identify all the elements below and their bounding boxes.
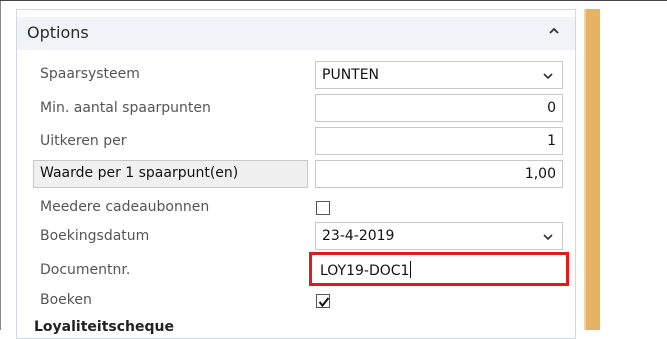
spaarsysteem-value: PUNTEN	[322, 67, 380, 83]
chevron-down-icon	[543, 234, 553, 241]
documentnr-value: LOY19-DOC1	[320, 263, 410, 279]
spaarsysteem-label: Spaarsysteem	[40, 66, 140, 82]
documentnr-value-wrap: LOY19-DOC1	[320, 261, 412, 279]
documentnr-input[interactable]: LOY19-DOC1	[309, 252, 569, 286]
boekingsdatum-label: Boekingsdatum	[40, 228, 150, 244]
meedere-cadeaubonnen-label: Meedere cadeaubonnen	[40, 199, 210, 215]
text-caret	[410, 261, 412, 278]
boekingsdatum-select[interactable]: 23-4-2019	[315, 222, 563, 250]
chevron-down-icon	[543, 73, 553, 80]
min-spaarpunten-label: Min. aantal spaarpunten	[40, 100, 211, 116]
documentnr-label: Documentnr.	[40, 262, 131, 278]
boeken-checkbox[interactable]	[316, 294, 330, 308]
spaarsysteem-select[interactable]: PUNTEN	[315, 61, 563, 89]
uitkeren-per-value: 1	[547, 133, 556, 149]
waarde-per-punt-label: Waarde per 1 spaarpunt(en)	[40, 165, 239, 181]
window-top-border	[0, 0, 667, 1]
boeken-label: Boeken	[40, 292, 92, 308]
checkmark-icon	[318, 297, 330, 308]
loyaliteitscheque-section-label: Loyaliteitscheque	[34, 319, 174, 335]
min-spaarpunten-input[interactable]: 0	[315, 94, 563, 122]
panel-title: Options	[27, 23, 89, 42]
options-panel-header[interactable]: Options	[17, 17, 575, 50]
side-panel-strip[interactable]	[586, 9, 600, 330]
uitkeren-per-label: Uitkeren per	[40, 133, 127, 149]
min-spaarpunten-value: 0	[547, 100, 556, 116]
waarde-per-punt-label-box: Waarde per 1 spaarpunt(en)	[33, 160, 308, 188]
waarde-per-punt-input[interactable]: 1,00	[315, 160, 563, 188]
waarde-per-punt-value: 1,00	[524, 166, 556, 182]
boekingsdatum-value: 23-4-2019	[322, 228, 395, 244]
meedere-cadeaubonnen-checkbox[interactable]	[316, 201, 330, 215]
uitkeren-per-input[interactable]: 1	[315, 127, 563, 155]
window-left-border	[0, 1, 1, 330]
chevron-up-icon[interactable]	[547, 24, 561, 38]
